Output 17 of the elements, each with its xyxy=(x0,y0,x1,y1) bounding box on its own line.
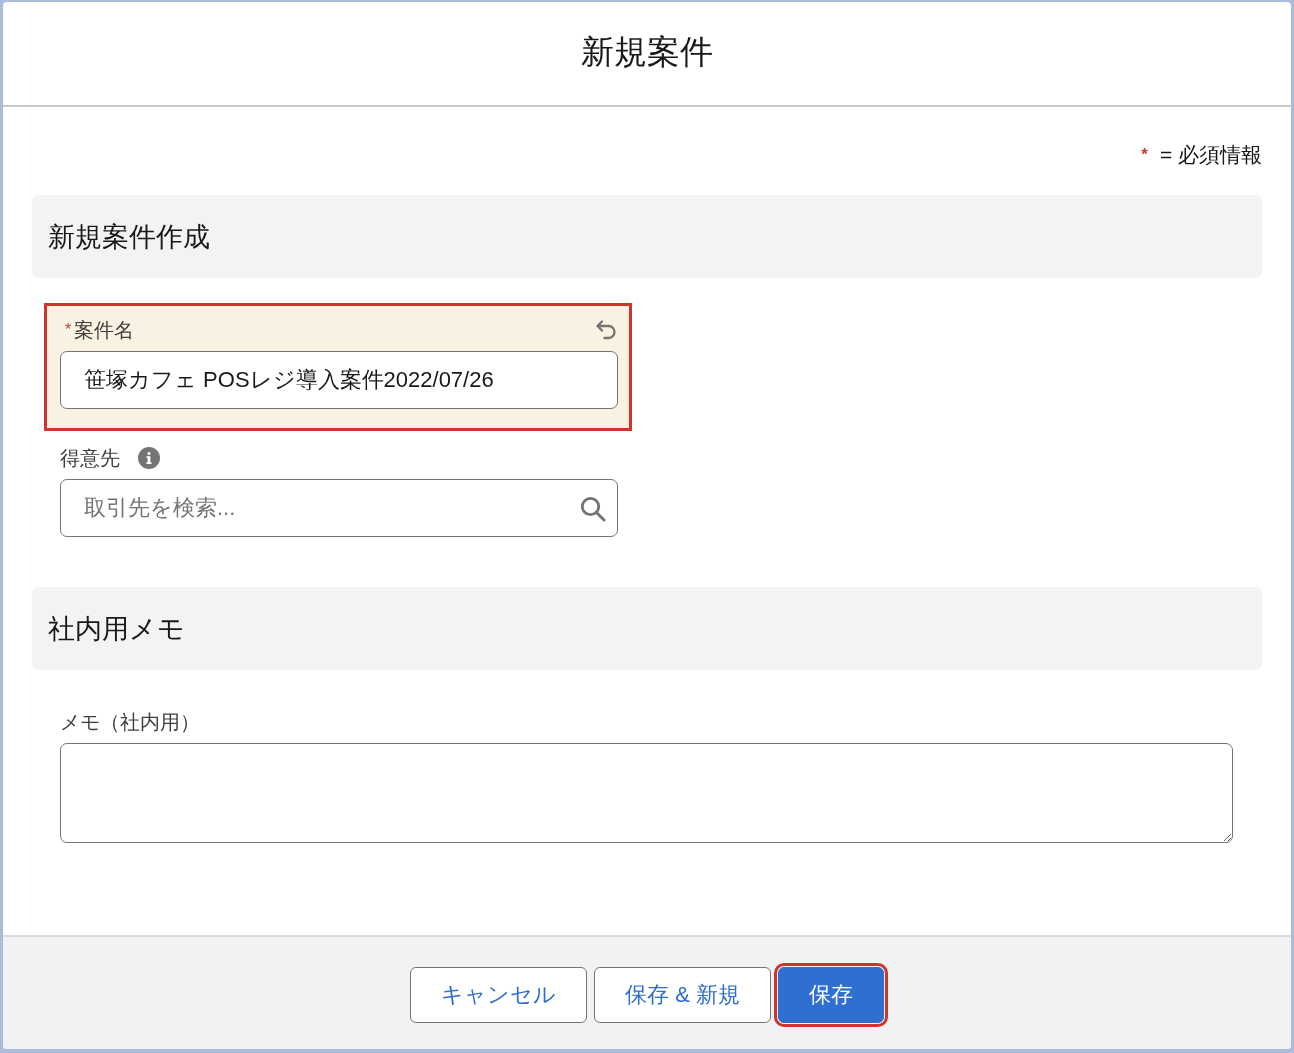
footer-button[interactable]: キャンセル xyxy=(410,967,588,1023)
section-title: 新規案件作成 xyxy=(48,220,210,254)
required-asterisk: * xyxy=(1141,144,1148,166)
search-icon[interactable] xyxy=(580,496,606,522)
info-icon[interactable] xyxy=(138,447,160,469)
field-label: メモ（社内用） xyxy=(60,710,200,734)
textarea-field[interactable] xyxy=(60,743,1233,843)
text-field[interactable]: 笹塚カフェ POSレジ導入案件2022/07/26 xyxy=(60,351,618,409)
section-title: 社内用メモ xyxy=(48,612,185,646)
field-label: 案件名 xyxy=(74,318,135,342)
modal-title: 新規案件 xyxy=(581,31,713,72)
undo-icon[interactable] xyxy=(594,318,618,342)
required-asterisk: * xyxy=(65,321,72,339)
footer-button[interactable]: 保存 & 新規 xyxy=(594,967,771,1023)
required-note: = 必須情報 xyxy=(1159,143,1262,167)
field-label: 得意先 xyxy=(60,446,120,470)
search-field[interactable]: 取引先を検索... xyxy=(60,479,618,537)
